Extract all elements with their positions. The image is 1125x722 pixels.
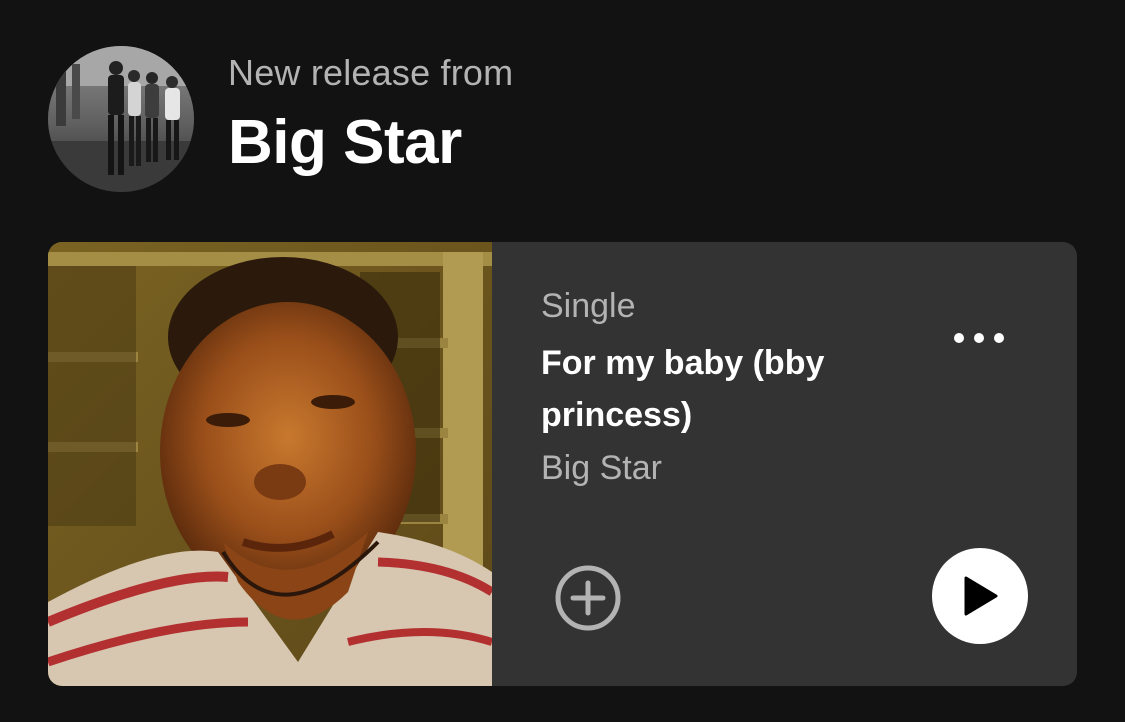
artist-avatar[interactable] — [48, 46, 194, 192]
artist-photo — [48, 46, 194, 192]
release-artist[interactable]: Big Star — [541, 446, 662, 490]
header-text: New release from Big Star — [228, 51, 513, 179]
play-button[interactable] — [932, 548, 1028, 644]
artist-name[interactable]: Big Star — [228, 107, 513, 179]
release-title[interactable]: For my baby (bby princess) — [541, 337, 871, 441]
more-options-button[interactable] — [944, 320, 1014, 356]
album-cover[interactable] — [48, 242, 492, 686]
release-eyebrow: New release from — [228, 52, 514, 93]
add-to-library-button[interactable] — [552, 562, 624, 634]
play-icon — [964, 576, 998, 616]
new-release-screen: New release from Big Star Single For my … — [0, 0, 1125, 722]
release-type: Single — [541, 287, 636, 325]
release-card[interactable]: Single For my baby (bby princess) Big St… — [48, 242, 1077, 686]
album-cover-photo — [48, 242, 492, 686]
release-info: Single For my baby (bby princess) Big St… — [492, 242, 1077, 686]
more-options-icon — [954, 333, 1004, 343]
add-circle-icon — [555, 565, 621, 631]
release-header: New release from Big Star — [48, 45, 513, 193]
